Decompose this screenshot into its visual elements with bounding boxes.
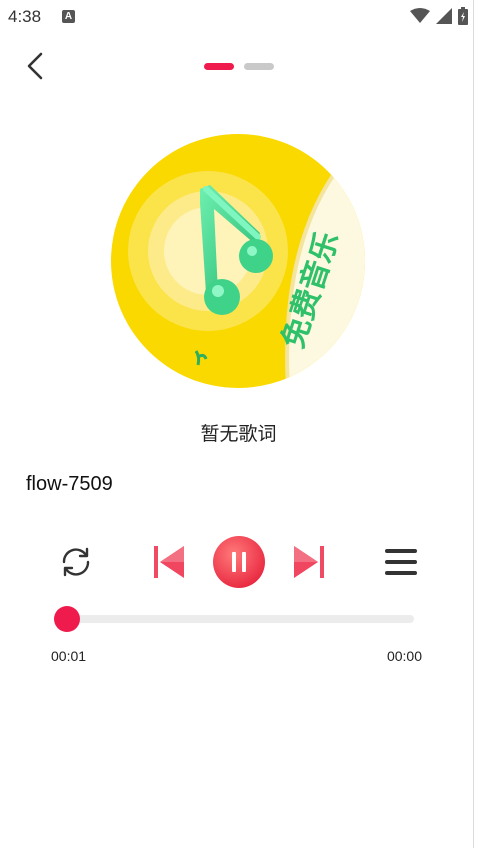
next-button[interactable] — [290, 544, 328, 580]
album-art: 免费音乐 — [110, 133, 366, 389]
cellular-signal-icon — [436, 8, 452, 24]
play-pause-button[interactable] — [212, 535, 266, 589]
wifi-icon — [410, 8, 430, 23]
back-button[interactable] — [18, 48, 54, 84]
pause-icon — [213, 536, 265, 588]
playlist-icon — [385, 549, 417, 575]
progress-thumb[interactable] — [54, 606, 80, 632]
page-dot-active[interactable] — [204, 63, 234, 70]
previous-button[interactable] — [150, 544, 188, 580]
a-notification-icon: A — [62, 10, 75, 23]
page-dot-inactive[interactable] — [244, 63, 274, 70]
player-screen: 4:38 A 免费音乐 暂无歌词 flow-7509 00:01 00:00 — [0, 0, 474, 848]
progress-slider[interactable] — [54, 606, 414, 632]
repeat-button[interactable] — [56, 542, 96, 582]
chevron-left-icon — [27, 52, 43, 80]
status-time: 4:38 — [8, 7, 42, 26]
skip-next-icon — [294, 546, 324, 578]
status-bar: 4:38 A — [0, 0, 474, 34]
progress-track — [66, 615, 414, 623]
battery-icon — [458, 7, 468, 25]
status-icons — [410, 7, 468, 25]
playlist-button[interactable] — [382, 544, 420, 580]
song-title: flow-7509 — [26, 473, 113, 495]
repeat-icon — [62, 547, 90, 577]
skip-previous-icon — [154, 546, 184, 578]
player-controls — [0, 532, 474, 592]
page-indicator — [204, 63, 274, 70]
lyrics-text: 暂无歌词 — [200, 424, 277, 445]
current-time: 00:01 — [51, 648, 87, 664]
album-art-image: 免费音乐 — [111, 134, 365, 388]
total-time: 00:00 — [386, 648, 422, 664]
